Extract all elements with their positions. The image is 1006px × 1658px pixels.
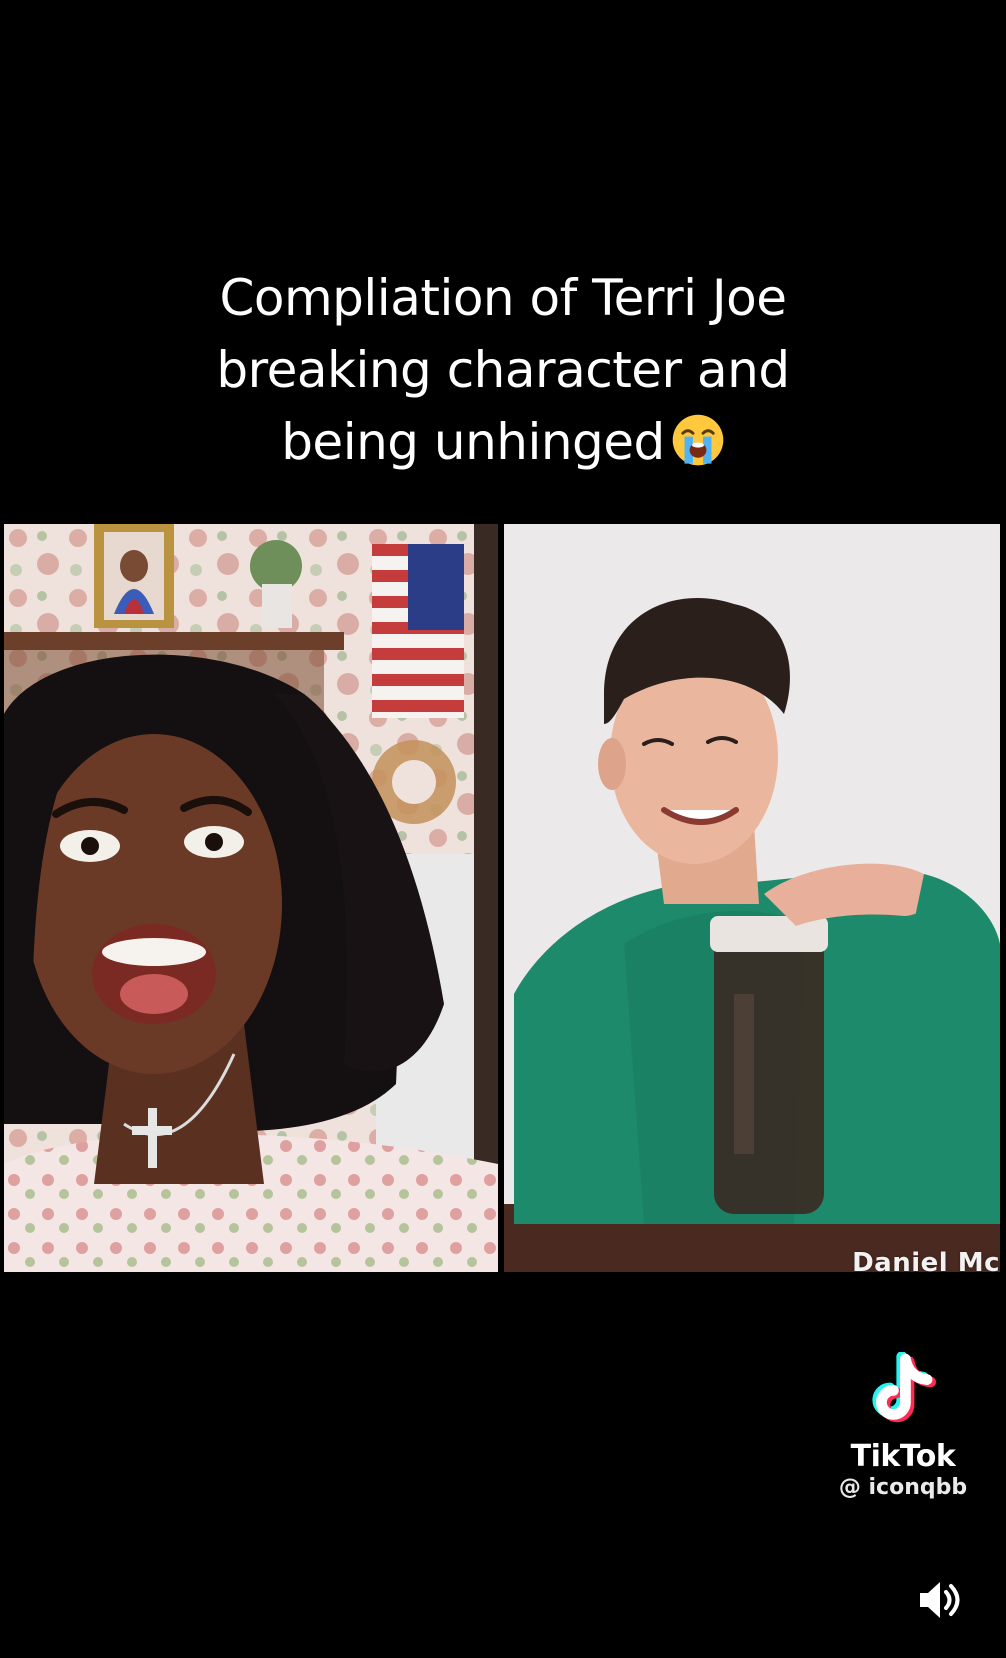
- video-frame-left: [4, 524, 498, 1272]
- video-frame-right: Daniel Mc: [504, 524, 1000, 1272]
- caption-line-3: being unhinged: [0, 406, 1006, 478]
- video-viewer[interactable]: Compliation of Terri Joe breaking charac…: [0, 0, 1006, 1658]
- tiktok-logo-icon: [872, 1352, 936, 1423]
- caption-line-2: breaking character and: [216, 341, 790, 399]
- caption-line-1: Compliation of Terri Joe: [219, 269, 787, 327]
- tiktok-watermark: TikTok @ iconqbb: [818, 1352, 988, 1502]
- caption-line-3-text: being unhinged: [281, 413, 665, 471]
- volume-icon: [920, 1582, 960, 1618]
- tiktok-brand-text: TikTok: [850, 1439, 956, 1474]
- video-caption: Compliation of Terri Joe breaking charac…: [0, 262, 1006, 478]
- video-frame-split: Daniel Mc: [0, 524, 1006, 1274]
- creator-handle: @ iconqbb: [838, 1475, 968, 1500]
- left-frame-scene: [4, 524, 498, 1272]
- loudly-crying-face-icon: [672, 414, 724, 466]
- right-frame-scene: [504, 524, 1000, 1272]
- participant-name-label: Daniel Mc: [852, 1248, 1000, 1272]
- volume-button[interactable]: [916, 1578, 962, 1622]
